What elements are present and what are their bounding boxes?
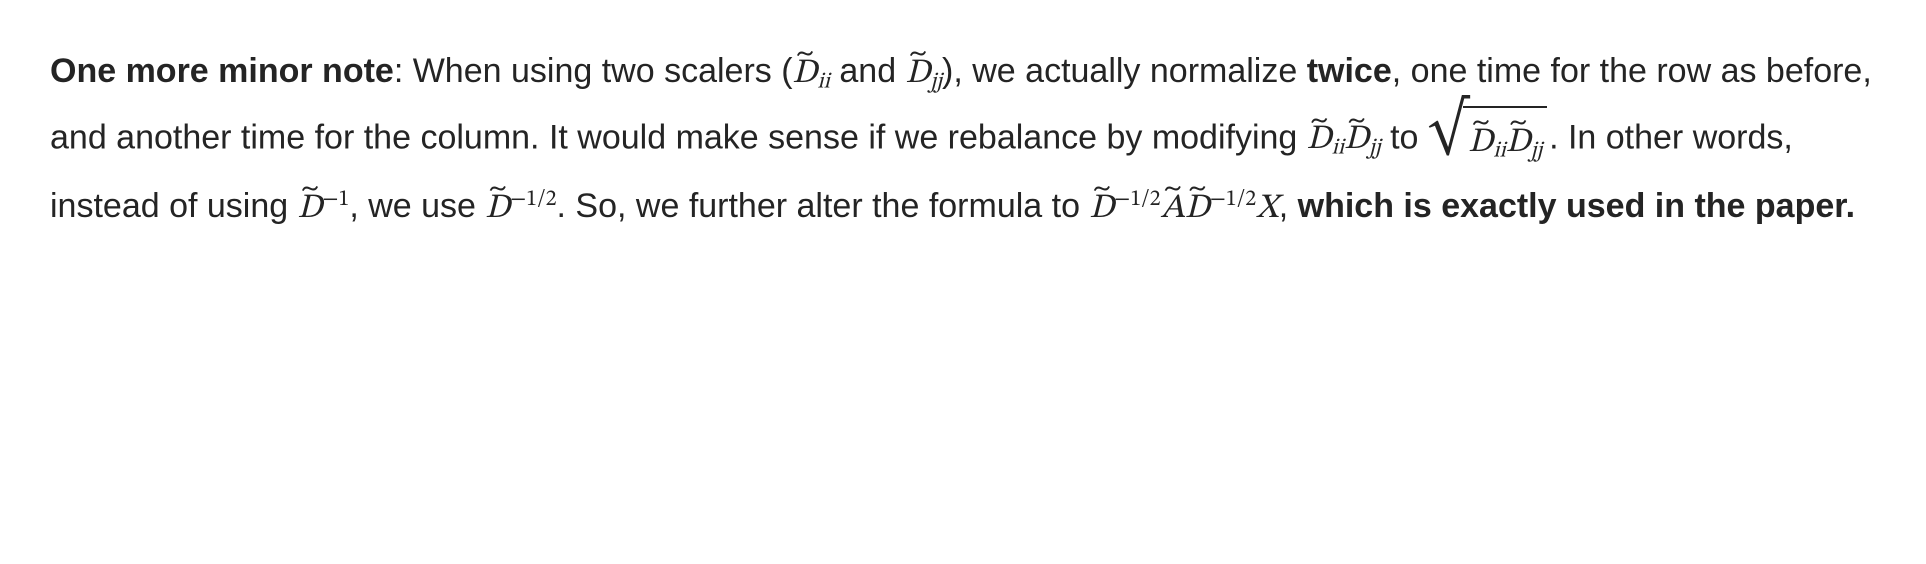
text-segment-2: and — [830, 52, 906, 90]
lead-bold-text: One more minor note — [50, 52, 394, 90]
text-segment-5: to — [1381, 118, 1428, 156]
text-segment-1: : When using two scalers ( — [394, 52, 793, 90]
text-segment-7: , we use — [349, 187, 485, 225]
text-segment-9: , — [1279, 187, 1298, 225]
math-d-tilde-jj-1: ~Djj — [906, 43, 942, 106]
text-segment-8: . So, we further alter the formula to — [557, 187, 1090, 225]
math-d-neghalf: ~D−1/2 — [485, 178, 556, 241]
math-full-formula: ~D−1/2~A~D−1/2X — [1089, 178, 1278, 241]
paragraph: One more minor note: When using two scal… — [50, 40, 1876, 241]
text-segment-3: ), we actually normalize — [942, 52, 1307, 90]
math-dii-djj: ~Dii~Djj — [1307, 109, 1381, 172]
conclusion-bold: which is exactly used in the paper. — [1298, 187, 1855, 225]
math-d-tilde-ii-1: ~Dii — [793, 43, 830, 106]
twice-bold: twice — [1307, 52, 1392, 90]
math-sqrt-dii-djj: √~Dii~Djj — [1428, 106, 1549, 175]
math-d-neg1: ~D−1 — [298, 178, 350, 241]
